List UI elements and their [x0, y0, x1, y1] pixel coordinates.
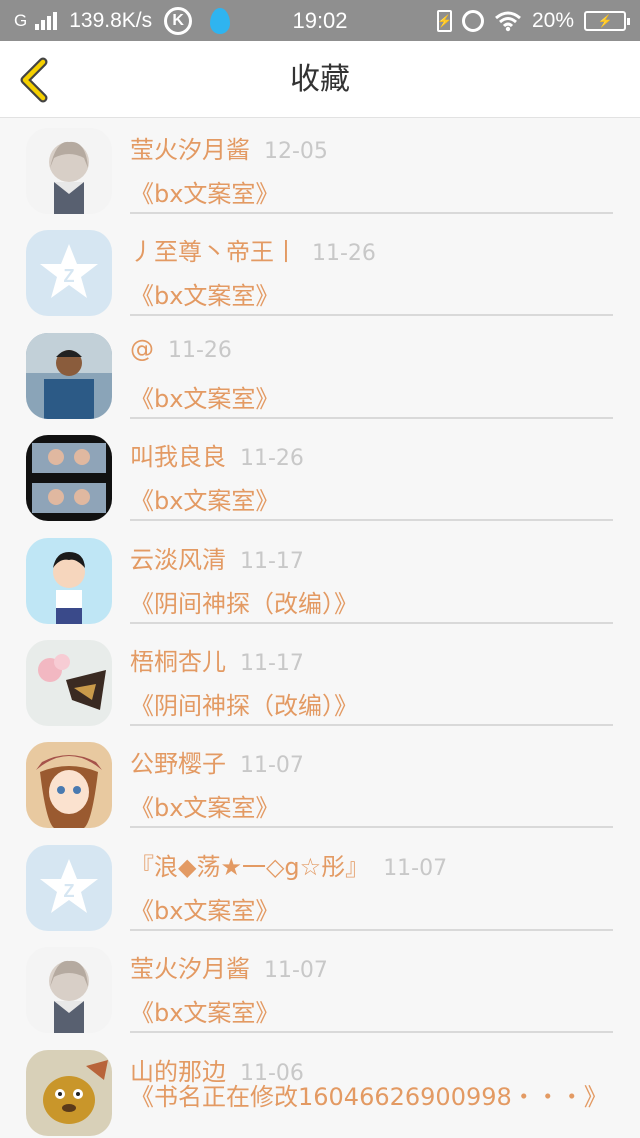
page-title: 收藏	[290, 62, 350, 97]
battery-saver-icon: ⚡	[436, 9, 452, 32]
user-name[interactable]: 叫我良良	[130, 443, 226, 471]
avatar	[26, 332, 112, 419]
user-name[interactable]: 莹火汐月酱	[130, 136, 250, 164]
book-title[interactable]: 《bx文案室》	[130, 993, 279, 1028]
date: 11-07	[264, 958, 328, 984]
list-item[interactable]: Z 丿至尊丶帝王丨 11-26 《bx文案室》	[0, 220, 640, 322]
network-speed: 139.8K/s	[69, 8, 153, 32]
svg-text:Z: Z	[64, 266, 75, 286]
battery-icon: ⚡	[584, 10, 630, 31]
user-name[interactable]: 云淡风清	[130, 546, 226, 574]
avatar	[26, 537, 112, 624]
list-item[interactable]: 莹火汐月酱 11-07 《bx文案室》	[0, 937, 640, 1039]
book-title[interactable]: 《bx文案室》	[130, 788, 279, 823]
list-item[interactable]: 公野樱子 11-07 《bx文案室》	[0, 732, 640, 834]
date: 11-17	[240, 650, 304, 676]
svg-text:Z: Z	[64, 881, 75, 901]
book-title[interactable]: 《bx文案室》	[130, 174, 279, 209]
user-name[interactable]: 公野樱子	[130, 750, 226, 778]
avatar	[26, 947, 112, 1034]
book-title[interactable]: 《bx文案室》	[130, 481, 279, 516]
status-left: G 139.8K/s K	[14, 0, 231, 41]
list-item[interactable]: 云淡风清 11-17 《阴间神探（改编）》	[0, 528, 640, 630]
user-name[interactable]: 『浪◆荡★一◇g☆彤』	[130, 853, 369, 881]
book-title[interactable]: 《bx文案室》	[130, 276, 279, 311]
favorites-list: 莹火汐月酱 12-05 《bx文案室》 Z 丿至尊丶帝王丨 11-26 《bx文案室…	[0, 118, 640, 1138]
list-item[interactable]: @11-26 《bx文案室》	[0, 323, 640, 425]
book-title[interactable]: 《阴间神探（改编）》	[130, 686, 358, 721]
avatar: Z	[26, 844, 112, 931]
date: 11-26	[312, 241, 376, 267]
user-name[interactable]: 莹火汐月酱	[130, 955, 250, 983]
book-title[interactable]: 《书名正在修改16046626900998・・・》	[130, 1082, 608, 1112]
avatar	[26, 128, 112, 214]
alarm-icon	[461, 9, 484, 32]
date: 11-26	[240, 446, 304, 472]
signal-icon	[35, 11, 58, 30]
book-title[interactable]: 《阴间神探（改编）》	[130, 584, 358, 619]
notification-drop-icon	[210, 7, 231, 34]
user-name[interactable]: 梧桐杏儿	[130, 648, 226, 676]
avatar	[26, 1049, 112, 1136]
status-bar: G 139.8K/s K 19:02 ⚡ 20% ⚡	[0, 0, 640, 41]
app-header: 收藏	[0, 41, 640, 118]
network-type: G	[14, 10, 28, 30]
date: 11-26	[168, 337, 232, 363]
user-name[interactable]: @	[130, 335, 154, 363]
list-item[interactable]: 莹火汐月酱 12-05 《bx文案室》	[0, 118, 640, 220]
list-item[interactable]: Z 『浪◆荡★一◇g☆彤』 11-07 《bx文案室》	[0, 835, 640, 937]
status-right: ⚡ 20% ⚡	[436, 0, 630, 41]
book-title[interactable]: 《bx文案室》	[130, 891, 279, 926]
k-app-icon: K	[164, 6, 193, 35]
date: 11-07	[383, 855, 448, 881]
wifi-icon	[495, 11, 521, 31]
date: 11-07	[240, 753, 304, 779]
avatar	[26, 435, 112, 522]
list-item[interactable]: 梧桐杏儿 11-17 《阴间神探（改编）》	[0, 630, 640, 732]
avatar	[26, 639, 112, 726]
avatar	[26, 742, 112, 829]
avatar: Z	[26, 230, 112, 317]
list-item[interactable]: 叫我良良 11-26 《bx文案室》	[0, 425, 640, 527]
book-title[interactable]: 《bx文案室》	[130, 379, 279, 414]
battery-percent: 20%	[531, 8, 574, 32]
list-item[interactable]: 山的那边 11-06 《书名正在修改16046626900998・・・》	[0, 1040, 640, 1138]
date: 11-17	[240, 548, 304, 574]
user-name[interactable]: 丿至尊丶帝王丨	[130, 238, 298, 266]
date: 12-05	[264, 139, 328, 164]
